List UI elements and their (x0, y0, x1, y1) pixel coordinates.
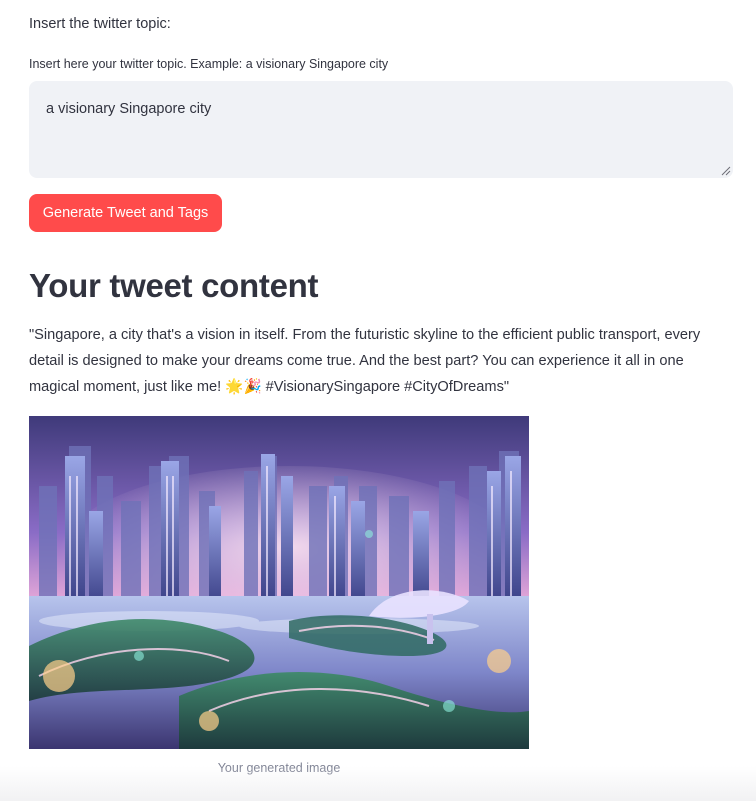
resize-grip-icon[interactable] (721, 166, 731, 176)
topic-field-label: Insert here your twitter topic. Example:… (29, 57, 389, 71)
topic-label: Insert the twitter topic: (29, 16, 171, 32)
generate-tweet-button[interactable]: Generate Tweet and Tags (29, 194, 222, 232)
topic-textarea[interactable]: a visionary Singapore city (29, 81, 733, 178)
city-illustration (29, 416, 529, 749)
generated-image (29, 416, 529, 749)
tweet-text: "Singapore, a city that's a vision in it… (29, 327, 701, 395)
tweet-content-heading: Your tweet content (29, 267, 319, 304)
image-caption: Your generated image (217, 761, 341, 775)
topic-textarea-container: a visionary Singapore city (29, 81, 733, 178)
app-page: Insert the twitter topic: Insert here yo… (0, 0, 756, 801)
